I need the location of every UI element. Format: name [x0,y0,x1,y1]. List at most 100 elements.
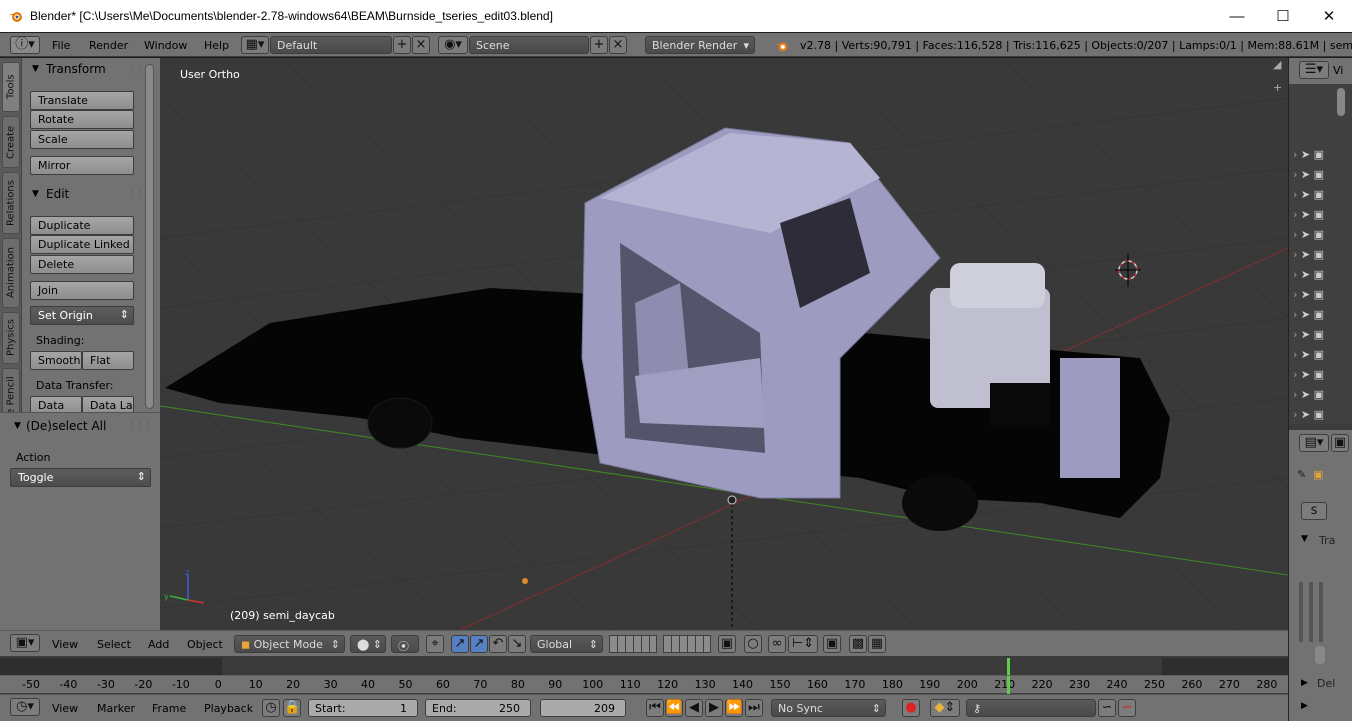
slider-track-2[interactable] [1309,582,1313,642]
lock-range-icon[interactable]: 🔒 [283,699,301,717]
orientation-select[interactable]: Global ⇕ [530,635,603,653]
rotate-button[interactable]: Rotate [30,110,134,129]
expand-icon[interactable]: › [1293,308,1297,321]
editor-type-timeline-button[interactable]: ◷▾ [10,698,40,716]
close-icon[interactable]: ✕ [1306,0,1352,32]
rotate-manipulator-icon[interactable]: ↶ [489,635,507,653]
move-arrow-icon[interactable]: ↗ [470,635,488,653]
panel-collapse-icon[interactable]: ▼ [1301,534,1308,544]
select-cursor-icon[interactable]: ➤ [1301,368,1310,381]
render-camera-icon[interactable]: ▣ [1314,388,1324,401]
select-cursor-icon[interactable]: ➤ [1301,268,1310,281]
maximize-icon[interactable]: ☐ [1260,0,1306,32]
select-cursor-icon[interactable]: ➤ [1301,408,1310,421]
select-cursor-icon[interactable]: ➤ [1301,288,1310,301]
jump-keyframe-forward-icon[interactable]: ⏩ [725,699,743,717]
expand-icon[interactable]: › [1293,188,1297,201]
timeline-ruler[interactable]: -50 -40 -30 -20 -10 0 10 20 30 40 50 60 70 80 90 100 110… [0,675,1288,694]
add-scene-icon[interactable]: + [590,36,608,54]
outliner-row[interactable]: › ➤ ▣ [1293,388,1333,406]
translate-manipulator-icon[interactable]: ↗ [451,635,469,653]
menu-frame[interactable]: Frame [152,702,186,715]
render-camera-icon[interactable]: ▣ [1314,208,1324,221]
deselect-all-panel-header[interactable]: ▼ (De)select All ⋮⋮⋮ [0,417,160,437]
select-cursor-icon[interactable]: ➤ [1301,188,1310,201]
opengl-render-icon[interactable]: ▣ [823,635,841,653]
tool-shelf-scrollbar[interactable] [145,64,154,409]
select-cursor-icon[interactable]: ➤ [1301,308,1310,321]
expand-icon[interactable]: › [1293,368,1297,381]
select-cursor-icon[interactable]: ➤ [1301,348,1310,361]
tab-physics[interactable]: Physics [2,312,20,364]
outliner-row[interactable]: › ➤ ▣ [1293,308,1333,326]
scene-name-field[interactable]: Scene [469,36,589,54]
play-reverse-icon[interactable]: ◀ [685,699,703,717]
outliner-row[interactable]: › ➤ ▣ [1293,408,1333,426]
smooth-shading-button[interactable]: Smooth [30,351,82,370]
menu-timeline-view[interactable]: View [52,702,78,715]
outliner-row[interactable]: › ➤ ▣ [1293,268,1333,286]
edit-panel-header[interactable]: ▼ Edit ⋮⋮⋮ [22,185,160,205]
render-camera-icon[interactable]: ▣ [1314,408,1324,421]
expand-icon[interactable]: › [1293,408,1297,421]
expand-icon[interactable]: › [1293,268,1297,281]
scale-manipulator-icon[interactable]: ↘ [508,635,526,653]
render-animation-icon[interactable]: ▦ [868,635,886,653]
render-camera-icon[interactable]: ▣ [1314,228,1324,241]
layer-buttons-b[interactable] [663,635,711,653]
outliner-row[interactable]: › ➤ ▣ [1293,208,1333,226]
select-cursor-icon[interactable]: ➤ [1301,228,1310,241]
expand-icon[interactable]: › [1293,168,1297,181]
jump-start-icon[interactable]: ⏮ [646,699,664,717]
action-select[interactable]: Toggle ⇕ [10,468,151,487]
expand-icon[interactable]: › [1293,328,1297,341]
mode-select[interactable]: ◼ Object Mode ⇕ [234,635,345,653]
expand-icon[interactable]: › [1293,248,1297,261]
editor-type-3d-button[interactable]: ▣▾ [10,634,40,652]
menu-help[interactable]: Help [204,39,229,52]
select-cursor-icon[interactable]: ➤ [1301,248,1310,261]
menu-add[interactable]: Add [148,638,169,651]
object-origin[interactable] [727,495,737,505]
jump-keyframe-back-icon[interactable]: ⏪ [665,699,683,717]
expand-icon[interactable]: › [1293,228,1297,241]
select-cursor-icon[interactable]: ➤ [1301,168,1310,181]
menu-file[interactable]: File [52,39,70,52]
outliner-row[interactable]: › ➤ ▣ [1293,228,1333,246]
render-camera-icon[interactable]: ▣ [1314,288,1324,301]
slider-track-3[interactable] [1319,582,1323,642]
outliner-row[interactable]: › ➤ ▣ [1293,288,1333,306]
editor-type-properties-button[interactable]: ▤▾ [1299,434,1329,452]
render-camera-icon[interactable]: ▣ [1314,248,1324,261]
outliner-row[interactable]: › ➤ ▣ [1293,168,1333,186]
select-cursor-icon[interactable]: ➤ [1301,148,1310,161]
outliner-row[interactable]: › ➤ ▣ [1293,328,1333,346]
render-camera-icon[interactable]: ▩ [849,635,867,653]
render-camera-icon[interactable]: ▣ [1314,328,1324,341]
tab-create[interactable]: Create [2,116,20,168]
mirror-button[interactable]: Mirror [30,156,134,175]
menu-view[interactable]: View [52,638,78,651]
keying-mode-select[interactable]: ◆⇕ [930,699,960,717]
add-layout-icon[interactable]: + [393,36,411,54]
tab-animation[interactable]: Animation [2,238,20,308]
menu-render[interactable]: Render [89,39,128,52]
play-icon[interactable]: ▶ [705,699,723,717]
snap-element-select[interactable]: ⊢⇕ [788,635,818,653]
expand-icon[interactable]: › [1293,208,1297,221]
outliner-row[interactable]: › ➤ ▣ [1293,368,1333,386]
render-camera-icon[interactable]: ▣ [1314,348,1324,361]
tab-tools[interactable]: Tools [2,62,20,112]
remove-scene-icon[interactable]: × [609,36,627,54]
panel-expand-icon[interactable]: ▶ [1301,678,1308,688]
3d-viewport[interactable]: z y ◢ + User Ortho (209) semi_daycab [160,58,1288,630]
lock-layers-icon[interactable]: ▣ [718,635,736,653]
expand-icon[interactable]: › [1293,348,1297,361]
transform-panel-header[interactable]: ▼ Transform ⋮⋮⋮ [22,60,160,80]
expand-icon[interactable]: › [1293,388,1297,401]
menu-window[interactable]: Window [144,39,187,52]
duplicate-linked-button[interactable]: Duplicate Linked [30,235,134,254]
select-cursor-icon[interactable]: ➤ [1301,208,1310,221]
outliner-row[interactable]: › ➤ ▣ [1293,248,1333,266]
insert-keyframe-icon[interactable]: ∽ [1098,699,1116,717]
